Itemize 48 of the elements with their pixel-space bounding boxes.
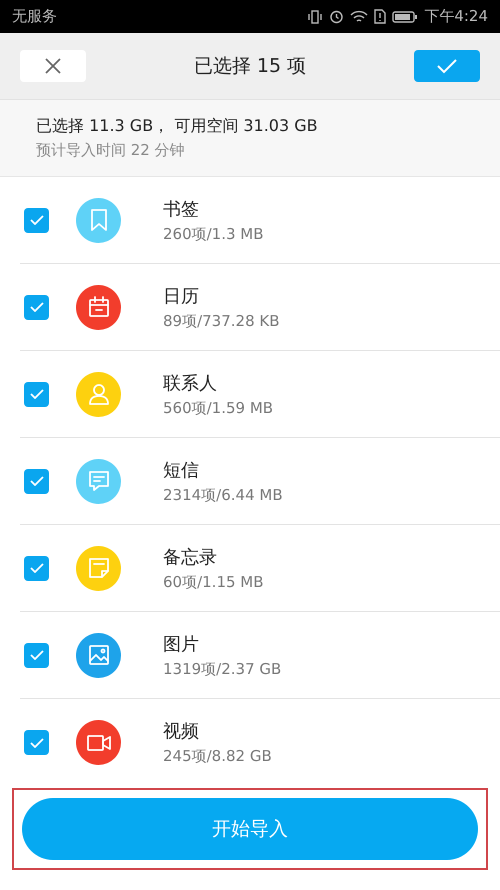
- selection-summary: 已选择 11.3 GB， 可用空间 31.03 GB: [36, 116, 319, 137]
- alarm-icon: [329, 9, 344, 24]
- checkmark-icon: [30, 738, 44, 748]
- checkbox[interactable]: [24, 382, 49, 406]
- message-icon: [86, 469, 110, 493]
- calendar-icon: [86, 295, 110, 319]
- category-detail: 245项/8.82 GB: [163, 747, 272, 766]
- checkbox[interactable]: [24, 642, 49, 668]
- category-name: 图片: [163, 632, 200, 656]
- note-icon: [86, 556, 110, 580]
- category-name: 联系人: [163, 372, 218, 394]
- image-icon: [86, 643, 110, 667]
- clock-time: 下午4:24: [424, 7, 488, 26]
- checkmark-icon: [30, 650, 44, 660]
- category-name: 书签: [163, 198, 200, 220]
- category-detail: 60项/1.15 MB: [163, 572, 264, 592]
- category-name: 视频: [163, 720, 200, 743]
- checkmark-icon: [30, 563, 44, 573]
- person-icon: [86, 382, 110, 406]
- category-name: 备忘录: [163, 546, 218, 568]
- checkbox[interactable]: [24, 468, 49, 494]
- category-name: 日历: [163, 284, 200, 308]
- checkbox[interactable]: [24, 208, 49, 232]
- checkmark-icon: [436, 58, 458, 74]
- checkmark-icon: [30, 476, 44, 486]
- checkbox[interactable]: [24, 556, 49, 580]
- checkbox[interactable]: [24, 294, 49, 320]
- battery-icon: [392, 10, 418, 24]
- carrier-label: 无服务: [12, 7, 57, 26]
- category-detail: 2314项/6.44 MB: [163, 486, 283, 504]
- start-import-button[interactable]: 开始导入: [22, 798, 478, 860]
- page-title: 已选择 15 项: [194, 54, 306, 79]
- checkmark-icon: [30, 215, 44, 225]
- vibrate-icon: [307, 10, 324, 24]
- close-icon: [44, 57, 62, 75]
- checkmark-icon: [30, 389, 44, 399]
- category-detail: 89项/737.28 KB: [163, 312, 280, 330]
- confirm-button[interactable]: [414, 50, 480, 82]
- category-detail: 260项/1.3 MB: [163, 224, 264, 244]
- category-detail: 560项/1.59 MB: [163, 398, 274, 418]
- estimated-time: 预计导入时间 22 分钟: [36, 141, 186, 160]
- category-name: 短信: [163, 458, 200, 482]
- checkbox[interactable]: [24, 730, 49, 755]
- checkmark-icon: [30, 302, 44, 312]
- wifi-icon: [350, 10, 368, 24]
- close-button[interactable]: [20, 50, 86, 82]
- sim-alert-icon: [374, 9, 386, 24]
- category-detail: 1319项/2.37 GB: [163, 660, 282, 678]
